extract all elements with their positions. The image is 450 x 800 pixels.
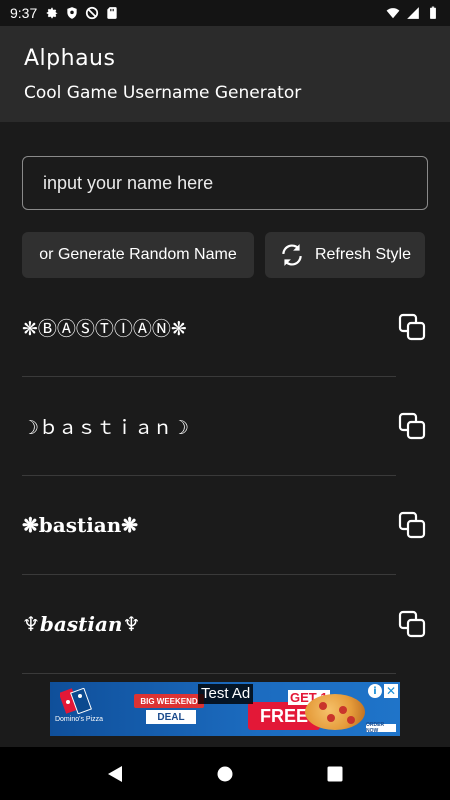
result-row: ♆bastian♆ [22, 575, 426, 674]
refresh-icon [282, 244, 302, 266]
pizza-image [305, 694, 365, 730]
result-row: ☽ｂａｓｔｉａｎ☽ [22, 377, 426, 476]
ad-banner[interactable]: Domino's Pizza BIG WEEKEND DEAL FREE GET… [50, 682, 400, 736]
sd-card-icon [107, 7, 117, 19]
ad-brand: Domino's Pizza [54, 716, 104, 723]
refresh-style-button[interactable]: Refresh Style [265, 232, 425, 278]
result-text: ♆bastian♆ [22, 612, 141, 636]
home-icon [217, 766, 233, 781]
result-text: ❋ⒷⒶⓈⓉⒾⒶⓃ❋ [22, 317, 187, 340]
back-icon [108, 765, 122, 782]
recents-icon [327, 766, 343, 781]
main-content: or Generate Random Name Refresh Style ❋Ⓑ… [0, 122, 450, 747]
ad-headline: BIG WEEKEND [134, 694, 204, 708]
ad-cta[interactable]: ORDER NOW [366, 722, 396, 734]
name-input[interactable] [22, 156, 428, 210]
copy-icon[interactable] [396, 311, 428, 343]
result-text: ❋bastian❋ [22, 513, 139, 537]
dominos-logo-icon [60, 688, 92, 714]
result-text: ☽ｂａｓｔｉａｎ☽ [22, 416, 190, 439]
generate-random-name-button[interactable]: or Generate Random Name [22, 232, 254, 278]
do-not-disturb-icon [86, 6, 99, 20]
copy-icon[interactable] [396, 410, 428, 442]
wifi-icon [386, 8, 400, 19]
generate-random-name-label: or Generate Random Name [39, 246, 237, 263]
app-bar: Alphaus Cool Game Username Generator [0, 26, 450, 122]
battery-icon [430, 6, 436, 19]
result-row: ❋ⒷⒶⓈⓉⒾⒶⓃ❋ [22, 278, 426, 377]
status-icons-left [45, 6, 119, 20]
home-button[interactable] [213, 762, 237, 786]
cell-signal-icon [407, 7, 419, 19]
refresh-style-label: Refresh Style [314, 246, 412, 263]
status-icons-right [386, 6, 440, 20]
result-row: ❋bastian❋ [22, 476, 426, 575]
ad-test-label: Test Ad [198, 684, 254, 704]
app-title: Alphaus [24, 46, 116, 71]
shield-icon [67, 7, 77, 19]
info-icon[interactable]: i [368, 684, 382, 698]
app-subtitle: Cool Game Username Generator [24, 83, 302, 103]
close-icon[interactable]: ✕ [384, 684, 398, 698]
gear-icon [47, 7, 58, 19]
system-nav-bar [0, 747, 450, 800]
copy-icon[interactable] [396, 608, 428, 640]
back-button[interactable] [103, 762, 127, 786]
ad-deal: DEAL [146, 710, 196, 724]
status-bar: 9:37 [0, 0, 450, 26]
copy-icon[interactable] [396, 509, 428, 541]
status-time: 9:37 [10, 5, 38, 21]
recents-button[interactable] [323, 762, 347, 786]
